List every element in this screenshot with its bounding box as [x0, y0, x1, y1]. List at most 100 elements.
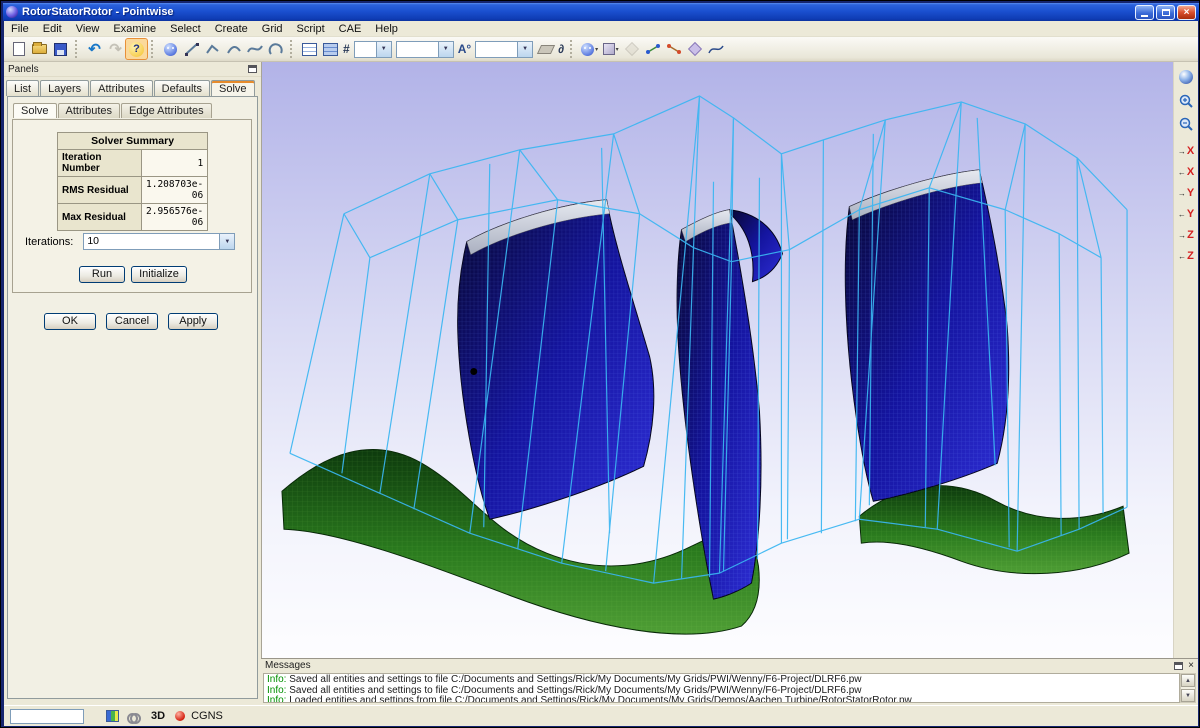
viewport-3d-scene[interactable] — [262, 62, 1173, 658]
menu-item-help[interactable]: Help — [368, 22, 405, 36]
chevron-down-icon[interactable]: ▼ — [517, 42, 532, 57]
tab-list[interactable]: List — [6, 80, 39, 96]
main-toolbar: ↶ ↷ ? # ▼ ▼ A° ▼ — [4, 37, 1198, 62]
cube-display-icon[interactable]: ▾ — [600, 39, 621, 59]
zoom-out-button[interactable] — [1176, 115, 1196, 133]
help-icon[interactable]: ? — [126, 39, 147, 59]
initialize-button[interactable]: Initialize — [131, 266, 187, 283]
row-label: RMS Residual — [58, 177, 142, 204]
connector-icon[interactable] — [642, 39, 663, 59]
menu-item-file[interactable]: File — [4, 22, 36, 36]
open-file-icon[interactable] — [29, 39, 50, 59]
minimize-button[interactable] — [1135, 5, 1154, 20]
menu-item-grid[interactable]: Grid — [255, 22, 290, 36]
panels-title: Panels — [8, 64, 39, 75]
chevron-down-icon[interactable]: ▼ — [376, 42, 391, 57]
row-label: Max Residual — [58, 204, 142, 231]
view-plus-x-button[interactable]: →X — [1176, 142, 1196, 160]
table-row: RMS Residual 1.208703e-06 — [58, 177, 208, 204]
subtab-attributes[interactable]: Attributes — [58, 103, 120, 118]
toolbar-grip — [151, 40, 156, 58]
iterations-label: Iterations: — [25, 236, 73, 248]
undo-icon[interactable]: ↶ — [84, 39, 105, 59]
row-label: Iteration Number — [58, 150, 142, 177]
mask-icon[interactable] — [160, 39, 181, 59]
spline-tool-icon[interactable] — [244, 39, 265, 59]
view-minus-z-button[interactable]: ←Z — [1176, 247, 1196, 265]
chevron-down-icon[interactable]: ▼ — [219, 234, 234, 249]
iterations-value[interactable]: 10 — [84, 234, 219, 249]
menu-item-create[interactable]: Create — [208, 22, 255, 36]
link-status-icon[interactable] — [127, 712, 141, 721]
grid-point-marker — [470, 368, 477, 375]
menu-item-edit[interactable]: Edit — [36, 22, 69, 36]
rotate-sphere-icon[interactable] — [1176, 68, 1196, 86]
apply-button[interactable]: Apply — [168, 313, 218, 330]
structured-grid-icon[interactable] — [299, 39, 320, 59]
menu-item-cae[interactable]: CAE — [332, 22, 369, 36]
menu-item-examine[interactable]: Examine — [106, 22, 163, 36]
view-minus-x-button[interactable]: ←X — [1176, 163, 1196, 181]
view-plus-z-button[interactable]: →Z — [1176, 226, 1196, 244]
table-row: Iteration Number 1 — [58, 150, 208, 177]
face-display-icon[interactable]: ▾ — [579, 39, 600, 59]
float-messages-icon[interactable] — [1174, 662, 1183, 670]
line-tool-icon[interactable] — [181, 39, 202, 59]
polyline-tool-icon[interactable] — [202, 39, 223, 59]
tab-attributes[interactable]: Attributes — [90, 80, 152, 96]
toolbar-grip — [75, 40, 80, 58]
plane-icon[interactable] — [535, 39, 556, 59]
restore-button[interactable] — [1156, 5, 1175, 20]
title-bar[interactable]: RotorStatorRotor - Pointwise × — [3, 3, 1199, 21]
viewport-3d[interactable] — [261, 62, 1173, 658]
run-button[interactable]: Run — [79, 266, 125, 283]
panels-sidebar: Panels List Layers Attributes Defaults S… — [4, 62, 261, 705]
scroll-up-icon[interactable]: ▲ — [1181, 674, 1195, 687]
redo-icon: ↷ — [105, 39, 126, 59]
chevron-down-icon[interactable]: ▼ — [438, 42, 453, 57]
solver-summary-title: Solver Summary — [58, 133, 208, 150]
messages-title: Messages — [265, 660, 311, 671]
arc-tool-icon[interactable] — [223, 39, 244, 59]
save-icon[interactable] — [50, 39, 71, 59]
shaded-grid-icon[interactable] — [320, 39, 341, 59]
iterations-combo[interactable]: 10 ▼ — [83, 233, 235, 250]
diamond-icon — [621, 39, 642, 59]
messages-panel: Messages × Info: Saved all entities and … — [261, 658, 1198, 705]
messages-log[interactable]: Info: Saved all entities and settings to… — [263, 673, 1180, 703]
tab-solve[interactable]: Solve — [211, 80, 255, 97]
view-plus-y-button[interactable]: →Y — [1176, 184, 1196, 202]
command-input[interactable] — [10, 709, 84, 724]
spline-angle-icon[interactable] — [705, 39, 726, 59]
connector-alt-icon[interactable] — [663, 39, 684, 59]
partial-derivative-icon[interactable]: ∂ — [556, 42, 566, 56]
cancel-button[interactable]: Cancel — [106, 313, 158, 330]
panels-caption: Panels — [4, 62, 261, 77]
subtab-solve[interactable]: Solve — [13, 103, 57, 118]
tab-layers[interactable]: Layers — [40, 80, 89, 96]
new-file-icon[interactable] — [8, 39, 29, 59]
zoom-in-button[interactable] — [1176, 92, 1196, 110]
tab-defaults[interactable]: Defaults — [154, 80, 210, 96]
domain-diamond-icon[interactable] — [684, 39, 705, 59]
mode-indicator: 3D — [151, 710, 165, 722]
grid-status-icon[interactable] — [106, 710, 119, 722]
solve-tab-page: Solve Attributes Edge Attributes Solver … — [7, 96, 258, 699]
menu-item-script[interactable]: Script — [290, 22, 332, 36]
subtab-edge-attributes[interactable]: Edge Attributes — [121, 103, 212, 118]
view-minus-y-button[interactable]: ←Y — [1176, 205, 1196, 223]
spacing-combo[interactable]: ▼ — [396, 41, 454, 58]
close-messages-icon[interactable]: × — [1188, 661, 1194, 671]
ok-button[interactable]: OK — [44, 313, 96, 330]
circle-tool-icon[interactable] — [265, 39, 286, 59]
dimension-hash-icon: # — [341, 42, 352, 56]
dimension-spinner[interactable]: ▼ — [354, 41, 392, 58]
scroll-down-icon[interactable]: ▼ — [1181, 689, 1195, 702]
close-button[interactable]: × — [1177, 5, 1196, 20]
messages-scrollbar[interactable]: ▲ ▼ — [1180, 673, 1196, 703]
solve-subtabs: Solve Attributes Edge Attributes — [13, 103, 213, 118]
menu-item-view[interactable]: View — [69, 22, 107, 36]
menu-item-select[interactable]: Select — [163, 22, 208, 36]
angle-combo[interactable]: ▼ — [475, 41, 533, 58]
float-panel-icon[interactable] — [248, 65, 257, 73]
